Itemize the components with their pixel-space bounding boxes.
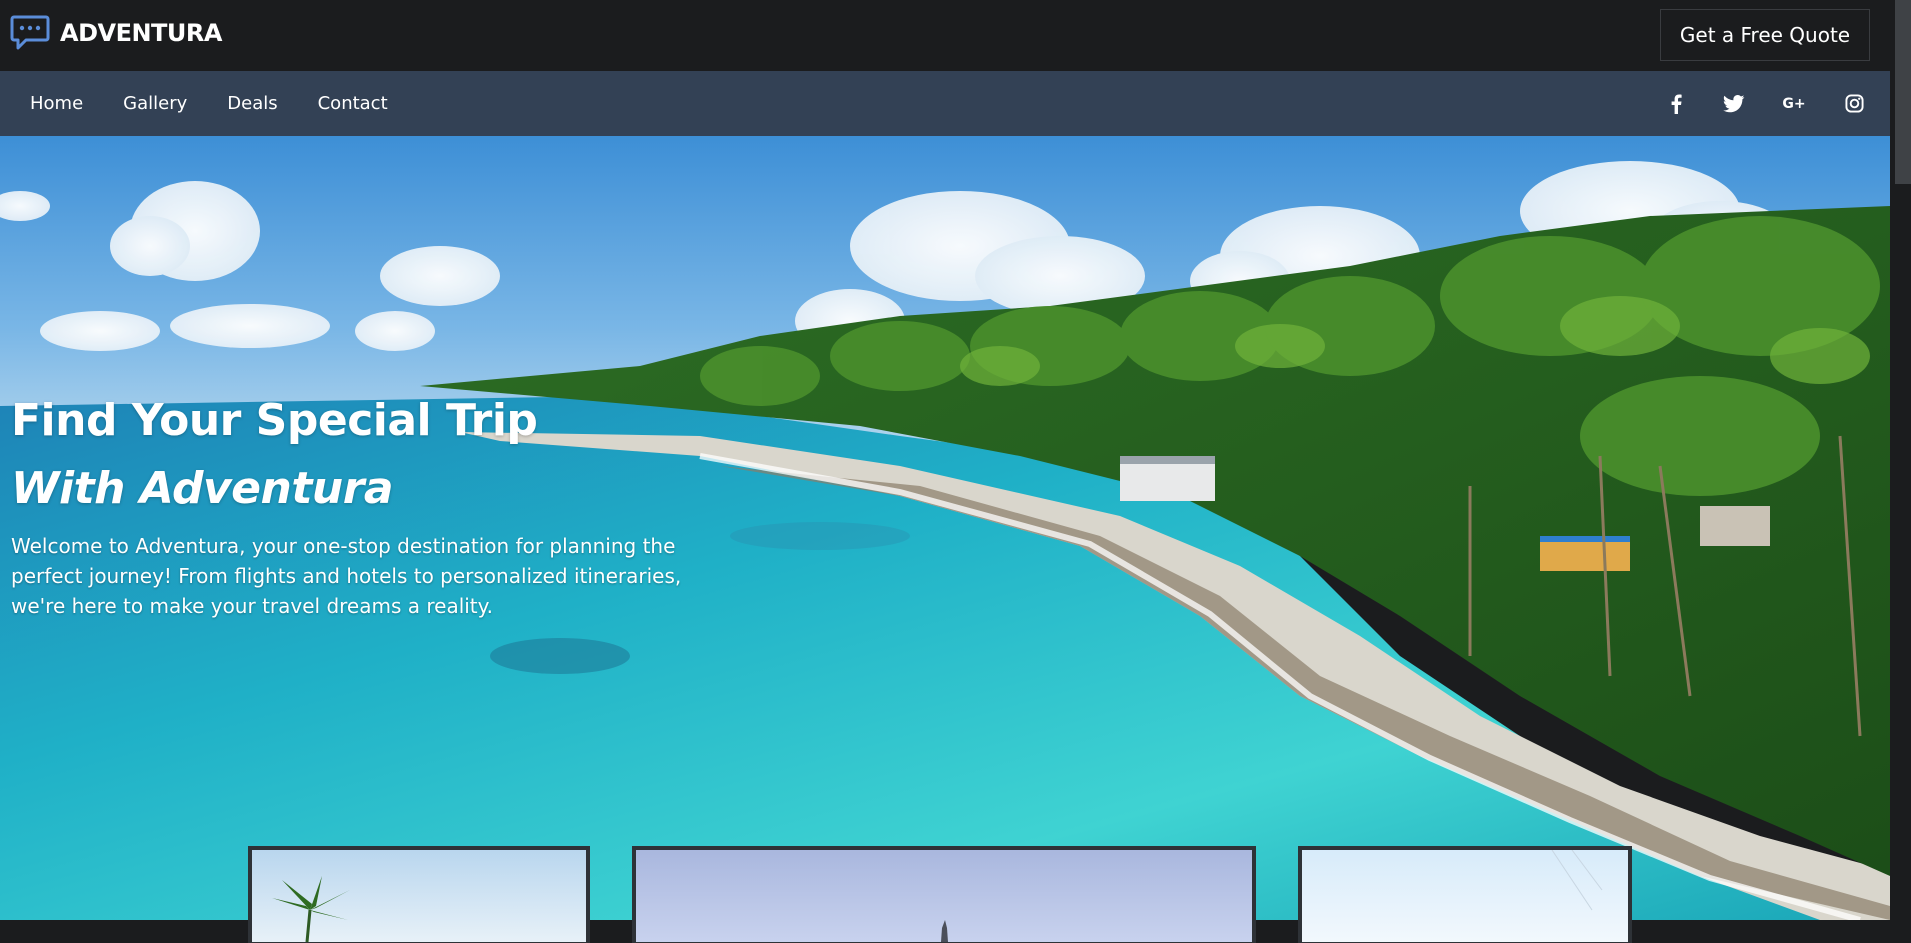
hero-text: Find Your Special Trip With Adventura We…	[11, 391, 711, 621]
brand-name: ADVENTURA	[60, 19, 222, 47]
nav-item-home[interactable]: Home	[30, 93, 83, 114]
top-header: ADVENTURA Get a Free Quote	[0, 0, 1890, 71]
main-navigation: Home Gallery Deals Contact G+	[0, 71, 1890, 136]
twitter-icon[interactable]	[1723, 93, 1745, 115]
nav-item-gallery[interactable]: Gallery	[123, 93, 187, 114]
hero-section: Find Your Special Trip With Adventura We…	[0, 136, 1890, 920]
gallery-card-2[interactable]	[632, 846, 1256, 943]
gallery-card-image	[1551, 850, 1603, 911]
gallery-card-3[interactable]	[1298, 846, 1632, 943]
nav-item-contact[interactable]: Contact	[318, 93, 388, 114]
google-plus-icon[interactable]: G+	[1781, 93, 1807, 115]
hero-title: Find Your Special Trip	[11, 395, 538, 446]
brand-logo[interactable]: ADVENTURA	[10, 14, 222, 52]
chat-bubble-icon	[10, 15, 50, 50]
instagram-icon[interactable]	[1843, 93, 1865, 115]
palm-tree-image	[272, 876, 350, 942]
social-links: G+	[1665, 71, 1865, 136]
gallery-card-1[interactable]	[248, 846, 590, 943]
nav-item-deals[interactable]: Deals	[227, 93, 277, 114]
facebook-icon[interactable]	[1665, 93, 1687, 115]
scrollbar-thumb[interactable]	[1895, 0, 1911, 184]
hero-description: Welcome to Adventura, your one-stop dest…	[11, 534, 682, 618]
get-free-quote-button[interactable]: Get a Free Quote	[1660, 9, 1870, 61]
gallery-card-image	[941, 920, 948, 942]
hero-subtitle: With Adventura	[11, 463, 394, 514]
nav-links: Home Gallery Deals Contact	[30, 71, 388, 136]
